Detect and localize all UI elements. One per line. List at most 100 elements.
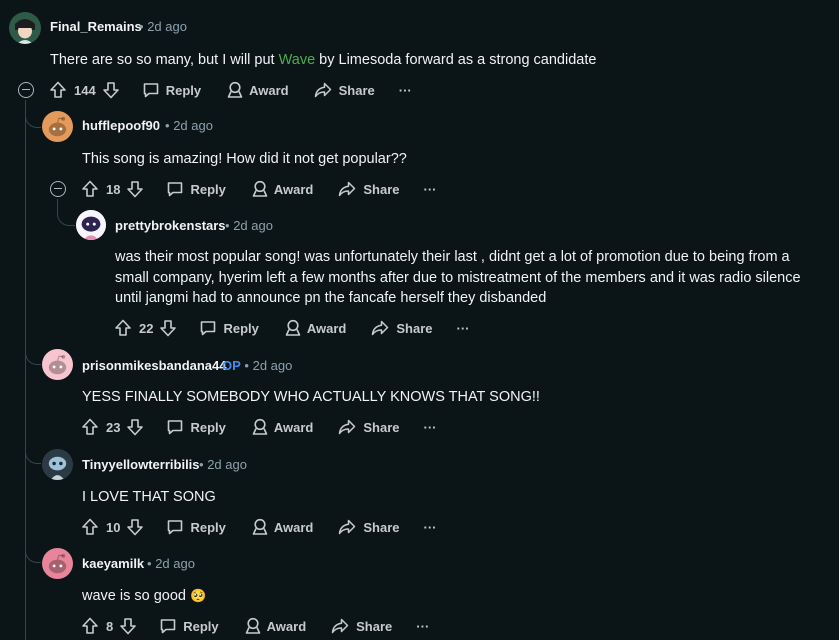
more-options-button[interactable]: ···	[424, 420, 437, 435]
upvote-icon[interactable]	[80, 517, 100, 537]
comment-timestamp[interactable]: 2d ago	[207, 457, 247, 472]
reply-button[interactable]: Reply	[158, 616, 219, 636]
reply-button[interactable]: Reply	[165, 517, 226, 537]
user-avatar[interactable]	[42, 111, 73, 142]
vote-group: 144	[48, 80, 121, 100]
vote-group: 23	[80, 417, 145, 437]
award-button[interactable]: Award	[250, 179, 314, 199]
comment-body: wave is so good 🥺	[82, 586, 802, 607]
thread-line[interactable]	[25, 100, 26, 640]
comment-actions: 8 Reply Award Share ···	[80, 614, 429, 638]
more-options-button[interactable]: ···	[416, 619, 429, 634]
comment-text: There are so so many, but I will put	[50, 52, 279, 68]
user-avatar[interactable]	[42, 449, 73, 480]
collapse-thread-button[interactable]	[50, 181, 66, 197]
reply-label: Reply	[223, 320, 259, 336]
downvote-icon[interactable]	[101, 80, 121, 100]
share-button[interactable]: Share	[337, 179, 400, 199]
reply-icon	[165, 179, 185, 199]
vote-group: 18	[80, 179, 145, 199]
share-label: Share	[363, 181, 400, 197]
comment-timestamp[interactable]: 2d ago	[253, 358, 293, 373]
award-icon	[283, 318, 303, 338]
upvote-icon[interactable]	[80, 179, 100, 199]
comment-meta: • 2d ago	[165, 118, 213, 133]
comment-timestamp[interactable]: 2d ago	[173, 118, 213, 133]
downvote-icon[interactable]	[125, 179, 145, 199]
share-button[interactable]: Share	[337, 417, 400, 437]
share-icon	[337, 417, 357, 437]
downvote-icon[interactable]	[125, 517, 145, 537]
downvote-icon[interactable]	[125, 417, 145, 437]
comment-author[interactable]: Tinyyellowterribilis	[82, 457, 200, 472]
reply-icon	[141, 80, 161, 100]
reply-button[interactable]: Reply	[141, 80, 201, 100]
share-icon	[337, 517, 357, 537]
upvote-icon[interactable]	[48, 80, 68, 100]
upvote-icon[interactable]	[80, 616, 100, 636]
user-avatar[interactable]	[42, 349, 73, 380]
comment-author[interactable]: hufflepoof90	[82, 118, 160, 133]
award-button[interactable]: Award	[243, 616, 306, 636]
comment-actions: 144 Reply Award Share ···	[48, 78, 412, 102]
thread-branch	[25, 444, 41, 464]
comment-author[interactable]: prettybrokenstars	[115, 218, 226, 233]
reply-icon	[165, 517, 185, 537]
comment-author[interactable]: kaeyamilk	[82, 556, 144, 571]
collapse-thread-button[interactable]	[18, 82, 34, 98]
more-options-button[interactable]: ···	[424, 520, 437, 535]
comment-body: There are so so many, but I will put Wav…	[50, 50, 810, 71]
reply-label: Reply	[190, 181, 226, 197]
comment-meta: • 2d ago	[225, 218, 273, 233]
award-icon	[250, 417, 270, 437]
vote-group: 8	[80, 616, 138, 636]
user-avatar[interactable]	[76, 210, 106, 240]
comment-author[interactable]: prisonmikesbandana44	[82, 358, 227, 373]
snoo-avatar-icon	[76, 210, 106, 240]
comment-timestamp[interactable]: 2d ago	[233, 218, 273, 233]
award-label: Award	[249, 82, 289, 98]
award-button[interactable]: Award	[250, 417, 313, 437]
comment-meta: OP • 2d ago	[222, 358, 292, 373]
comment-text-after: by Limesoda forward as a strong candidat…	[315, 52, 597, 68]
reply-button[interactable]: Reply	[165, 417, 226, 437]
vote-count: 22	[139, 320, 154, 336]
award-icon	[250, 179, 270, 199]
share-button[interactable]: Share	[370, 318, 433, 338]
comment-author[interactable]: Final_Remains	[50, 19, 142, 34]
vote-count: 8	[106, 618, 114, 634]
comment-actions: 10 Reply Award Share ···	[80, 515, 437, 539]
meta-dot: •	[225, 218, 230, 233]
snoo-avatar-icon	[42, 548, 73, 579]
share-button[interactable]: Share	[313, 80, 375, 100]
comment-meta: • 2d ago	[139, 19, 187, 34]
share-icon	[313, 80, 333, 100]
more-options-button[interactable]: ···	[399, 83, 412, 98]
reply-button[interactable]: Reply	[198, 318, 259, 338]
user-avatar[interactable]	[9, 12, 41, 44]
award-button[interactable]: Award	[250, 517, 313, 537]
comment-timestamp[interactable]: 2d ago	[155, 556, 195, 571]
share-button[interactable]: Share	[330, 616, 392, 636]
more-options-button[interactable]: ···	[424, 182, 437, 197]
comment-meta: • 2d ago	[199, 457, 247, 472]
user-avatar[interactable]	[42, 548, 73, 579]
vote-count: 144	[74, 82, 96, 98]
award-button[interactable]: Award	[283, 318, 346, 338]
downvote-icon[interactable]	[158, 318, 178, 338]
award-button[interactable]: Award	[225, 80, 289, 100]
reply-button[interactable]: Reply	[165, 179, 226, 199]
award-label: Award	[273, 181, 314, 197]
meta-dot: •	[147, 556, 152, 571]
share-button[interactable]: Share	[337, 517, 400, 537]
upvote-icon[interactable]	[113, 318, 133, 338]
comment-timestamp[interactable]: 2d ago	[147, 19, 187, 34]
comment-body: YESS FINALLY SOMEBODY WHO ACTUALLY KNOWS…	[82, 389, 540, 405]
comment-link[interactable]: Wave	[279, 52, 316, 68]
upvote-icon[interactable]	[80, 417, 100, 437]
downvote-icon[interactable]	[118, 616, 138, 636]
more-options-button[interactable]: ···	[457, 321, 470, 336]
share-label: Share	[396, 320, 433, 336]
share-icon	[330, 616, 350, 636]
vote-count: 18	[106, 181, 121, 197]
